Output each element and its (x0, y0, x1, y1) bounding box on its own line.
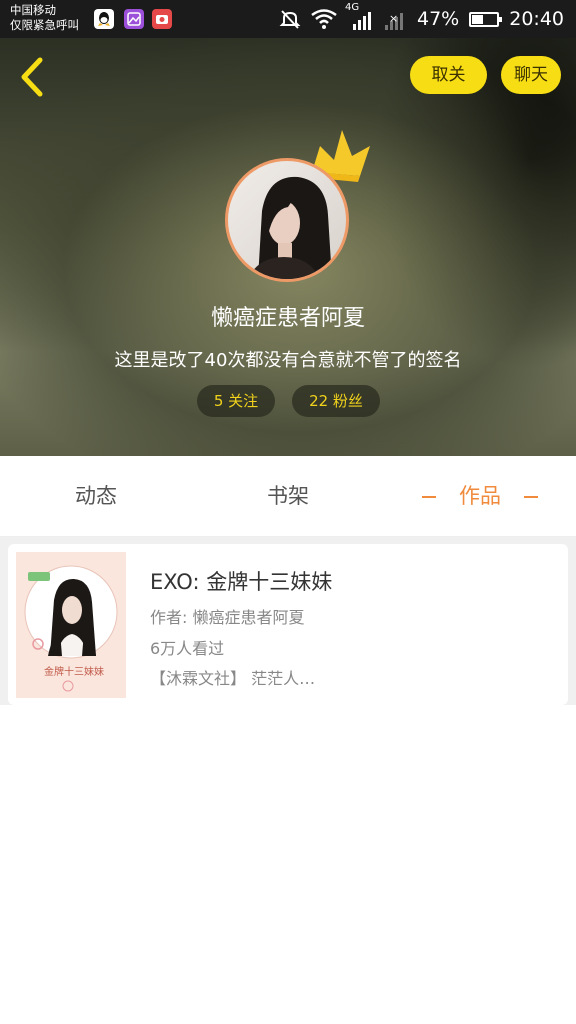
carrier-name: 中国移动 (10, 3, 56, 17)
active-tab-indicator-right (524, 496, 538, 498)
emergency-only-text: 仅限紧急呼叫 (10, 18, 79, 32)
tab-works[interactable]: 作品 (432, 456, 528, 536)
battery-icon (469, 11, 503, 27)
following-count-button[interactable]: 5 关注 (197, 385, 275, 417)
book-cover-text: 金牌十三妹妹 (44, 667, 104, 678)
book-author: 作者: 懒癌症患者阿夏 (150, 608, 305, 627)
book-cover: 金牌十三妹妹 (16, 552, 126, 698)
status-bar: 中国移动 仅限紧急呼叫 4G × 47% 20:40 (0, 0, 576, 38)
signal-icon: 4G (345, 2, 373, 30)
followers-count-button[interactable]: 22 粉丝 (292, 385, 380, 417)
back-button[interactable] (14, 56, 54, 98)
signature: 这里是改了40次都没有合意就不管了的签名 (114, 350, 462, 371)
book-title: EXO: 金牌十三妹妹 (150, 570, 333, 594)
profile-header: 取关 聊天 懒癌症患者阿夏 这里是改了40次都没有合意就不管了的签名 5 关注 … (0, 38, 576, 456)
gallery-app-icon (124, 9, 144, 29)
no-sim-signal-icon: × (383, 8, 407, 30)
profile-tabs: 动态 书架 作品 (0, 456, 576, 537)
tab-activity[interactable]: 动态 (48, 456, 144, 536)
book-tags: 【沐霖文社】 茫茫人… (150, 669, 316, 688)
network-type: 4G (345, 2, 360, 13)
chevron-left-icon (21, 57, 43, 97)
tab-bookshelf[interactable]: 书架 (240, 456, 336, 536)
list-item[interactable]: 金牌十三妹妹 EXO: 金牌十三妹妹 作者: 懒癌症患者阿夏 6万人看过 【沐霖… (8, 544, 568, 705)
status-icons: 4G × 47% 20:40 (279, 2, 564, 30)
camera-app-icon (152, 9, 172, 29)
wifi-icon (311, 9, 337, 29)
mute-icon (279, 10, 301, 29)
battery-percent: 47% (417, 8, 460, 30)
clock: 20:40 (509, 8, 564, 30)
username: 懒癌症患者阿夏 (210, 306, 365, 331)
chat-button[interactable]: 聊天 (501, 56, 561, 94)
unfollow-button[interactable]: 取关 (410, 56, 487, 94)
avatar[interactable] (225, 158, 349, 282)
carrier-info: 中国移动 仅限紧急呼叫 (10, 3, 79, 33)
qq-icon (94, 9, 114, 29)
book-views: 6万人看过 (150, 639, 225, 658)
